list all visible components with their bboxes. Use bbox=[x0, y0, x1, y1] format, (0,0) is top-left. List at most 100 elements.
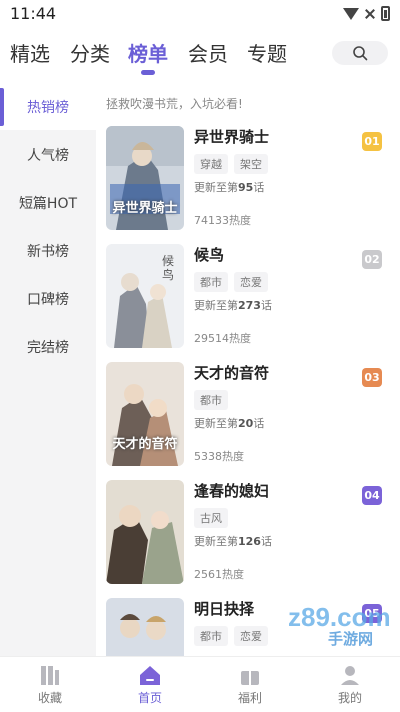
book-title[interactable]: 逢春的媳妇 bbox=[194, 480, 269, 501]
rank-badge: 04 bbox=[362, 486, 382, 505]
nav-benefits[interactable]: 福利 bbox=[210, 657, 290, 712]
tag: 都市 bbox=[194, 390, 228, 410]
rank-badge: 01 bbox=[362, 132, 382, 151]
search-button[interactable] bbox=[332, 41, 388, 65]
update-count: 95 bbox=[238, 181, 254, 194]
sidebar-active-bar bbox=[0, 88, 4, 126]
battery-icon bbox=[381, 6, 390, 21]
update-status: 更新至第126话 bbox=[194, 533, 272, 549]
tab-rankings[interactable]: 榜单 bbox=[128, 38, 168, 67]
book-cover[interactable] bbox=[106, 480, 184, 584]
nav-home[interactable]: 首页 bbox=[110, 657, 190, 712]
watermark: z89.com 手游网 bbox=[282, 596, 392, 652]
nav-label: 首页 bbox=[137, 691, 162, 705]
home-icon bbox=[140, 666, 160, 685]
wifi-icon bbox=[343, 7, 359, 20]
active-tab-indicator bbox=[141, 70, 155, 75]
tag: 穿越 bbox=[194, 154, 228, 174]
rank-badge: 02 bbox=[362, 250, 382, 269]
no-signal-icon bbox=[365, 8, 375, 20]
sidebar-item-bestseller[interactable]: 热销榜 bbox=[0, 84, 96, 130]
list-item[interactable]: 逢春的媳妇 古风 更新至第126话 2561热度 04 bbox=[106, 480, 396, 598]
status-bar: 11:44 bbox=[0, 0, 400, 28]
cover-title: 异世界骑士 bbox=[112, 201, 178, 216]
tag-list: 都市 恋爱 bbox=[194, 626, 268, 646]
nav-label: 福利 bbox=[237, 691, 262, 705]
sidebar-item-label: 短篇HOT bbox=[18, 196, 78, 212]
bookshelf-icon bbox=[41, 666, 59, 685]
book-title[interactable]: 异世界骑士 bbox=[194, 126, 269, 147]
tab-category[interactable]: 分类 bbox=[70, 38, 110, 67]
sidebar-item-label: 人气榜 bbox=[27, 148, 69, 164]
rank-badge: 03 bbox=[362, 368, 382, 387]
sidebar-item-reputation[interactable]: 口碑榜 bbox=[0, 276, 96, 322]
cover-image bbox=[106, 480, 184, 584]
tag: 都市 bbox=[194, 626, 228, 646]
sidebar-item-completed[interactable]: 完结榜 bbox=[0, 324, 96, 370]
update-suffix: 话 bbox=[253, 417, 265, 430]
sidebar-item-label: 新书榜 bbox=[27, 244, 69, 260]
list-item[interactable]: 候鸟 候鸟 都市 恋爱 更新至第273话 29514热度 02 bbox=[106, 244, 396, 362]
tag: 架空 bbox=[234, 154, 268, 174]
book-title[interactable]: 天才的音符 bbox=[194, 362, 269, 383]
tag: 恋爱 bbox=[234, 272, 268, 292]
search-icon bbox=[353, 46, 368, 61]
heat-count: 29514热度 bbox=[194, 332, 251, 345]
tab-featured[interactable]: 精选 bbox=[10, 38, 50, 67]
book-cover[interactable]: 异世界骑士 bbox=[106, 126, 184, 230]
update-prefix: 更新至第 bbox=[194, 535, 238, 548]
heat-count: 5338热度 bbox=[194, 450, 244, 463]
cover-title: 天才的音符 bbox=[112, 437, 178, 452]
book-cover[interactable]: 候鸟 bbox=[106, 244, 184, 348]
update-count: 273 bbox=[238, 299, 261, 312]
update-suffix: 话 bbox=[253, 181, 265, 194]
nav-collection[interactable]: 收藏 bbox=[10, 657, 90, 712]
status-icons bbox=[343, 6, 390, 21]
update-status: 更新至第95话 bbox=[194, 179, 264, 195]
update-prefix: 更新至第 bbox=[194, 181, 238, 194]
sidebar-item-popular[interactable]: 人气榜 bbox=[0, 132, 96, 178]
heat-count: 2561热度 bbox=[194, 568, 244, 581]
tag: 古风 bbox=[194, 508, 228, 528]
tag-list: 古风 bbox=[194, 508, 228, 528]
nav-profile[interactable]: 我的 bbox=[310, 657, 390, 712]
profile-icon bbox=[341, 666, 359, 685]
tab-vip[interactable]: 会员 bbox=[188, 38, 228, 67]
cover-title: 候鸟 bbox=[162, 254, 175, 282]
book-cover[interactable]: 天才的音符 bbox=[106, 362, 184, 466]
tag-list: 都市 bbox=[194, 390, 228, 410]
nav-label: 收藏 bbox=[37, 691, 62, 705]
sidebar-item-label: 口碑榜 bbox=[27, 292, 69, 308]
tab-topics[interactable]: 专题 bbox=[247, 38, 287, 67]
sidebar-item-new[interactable]: 新书榜 bbox=[0, 228, 96, 274]
update-prefix: 更新至第 bbox=[194, 299, 238, 312]
list-item[interactable]: 天才的音符 天才的音符 都市 更新至第20话 5338热度 03 bbox=[106, 362, 396, 480]
ranking-subtitle: 拯救吹漫书荒，入坑必看! bbox=[106, 97, 243, 111]
gift-icon bbox=[241, 671, 259, 685]
top-nav: 精选 分类 榜单 会员 专题 bbox=[0, 32, 400, 80]
nav-label: 我的 bbox=[337, 691, 362, 705]
list-item[interactable]: 异世界骑士 异世界骑士 穿越 架空 更新至第95话 74133热度 01 bbox=[106, 126, 396, 244]
update-count: 126 bbox=[238, 535, 261, 548]
tag-list: 都市 恋爱 bbox=[194, 272, 268, 292]
ranking-sidebar: 热销榜 人气榜 短篇HOT 新书榜 口碑榜 完结榜 bbox=[0, 84, 96, 656]
update-prefix: 更新至第 bbox=[194, 417, 238, 430]
book-title[interactable]: 候鸟 bbox=[194, 244, 224, 265]
heat-count: 74133热度 bbox=[194, 214, 251, 227]
watermark-text: 手游网 bbox=[328, 630, 374, 648]
update-suffix: 话 bbox=[260, 535, 272, 548]
sidebar-item-label: 完结榜 bbox=[27, 340, 69, 356]
tag-list: 穿越 架空 bbox=[194, 154, 268, 174]
cover-image bbox=[106, 598, 184, 656]
bottom-nav: 收藏 首页 福利 我的 bbox=[0, 656, 400, 712]
update-status: 更新至第273话 bbox=[194, 297, 272, 313]
status-time: 11:44 bbox=[10, 4, 57, 23]
book-title[interactable]: 明日抉择 bbox=[194, 598, 254, 619]
update-suffix: 话 bbox=[260, 299, 272, 312]
book-cover[interactable] bbox=[106, 598, 184, 656]
tag: 都市 bbox=[194, 272, 228, 292]
sidebar-item-short-hot[interactable]: 短篇HOT bbox=[0, 180, 96, 226]
sidebar-item-label: 热销榜 bbox=[27, 100, 69, 116]
tag: 恋爱 bbox=[234, 626, 268, 646]
update-count: 20 bbox=[238, 417, 254, 430]
